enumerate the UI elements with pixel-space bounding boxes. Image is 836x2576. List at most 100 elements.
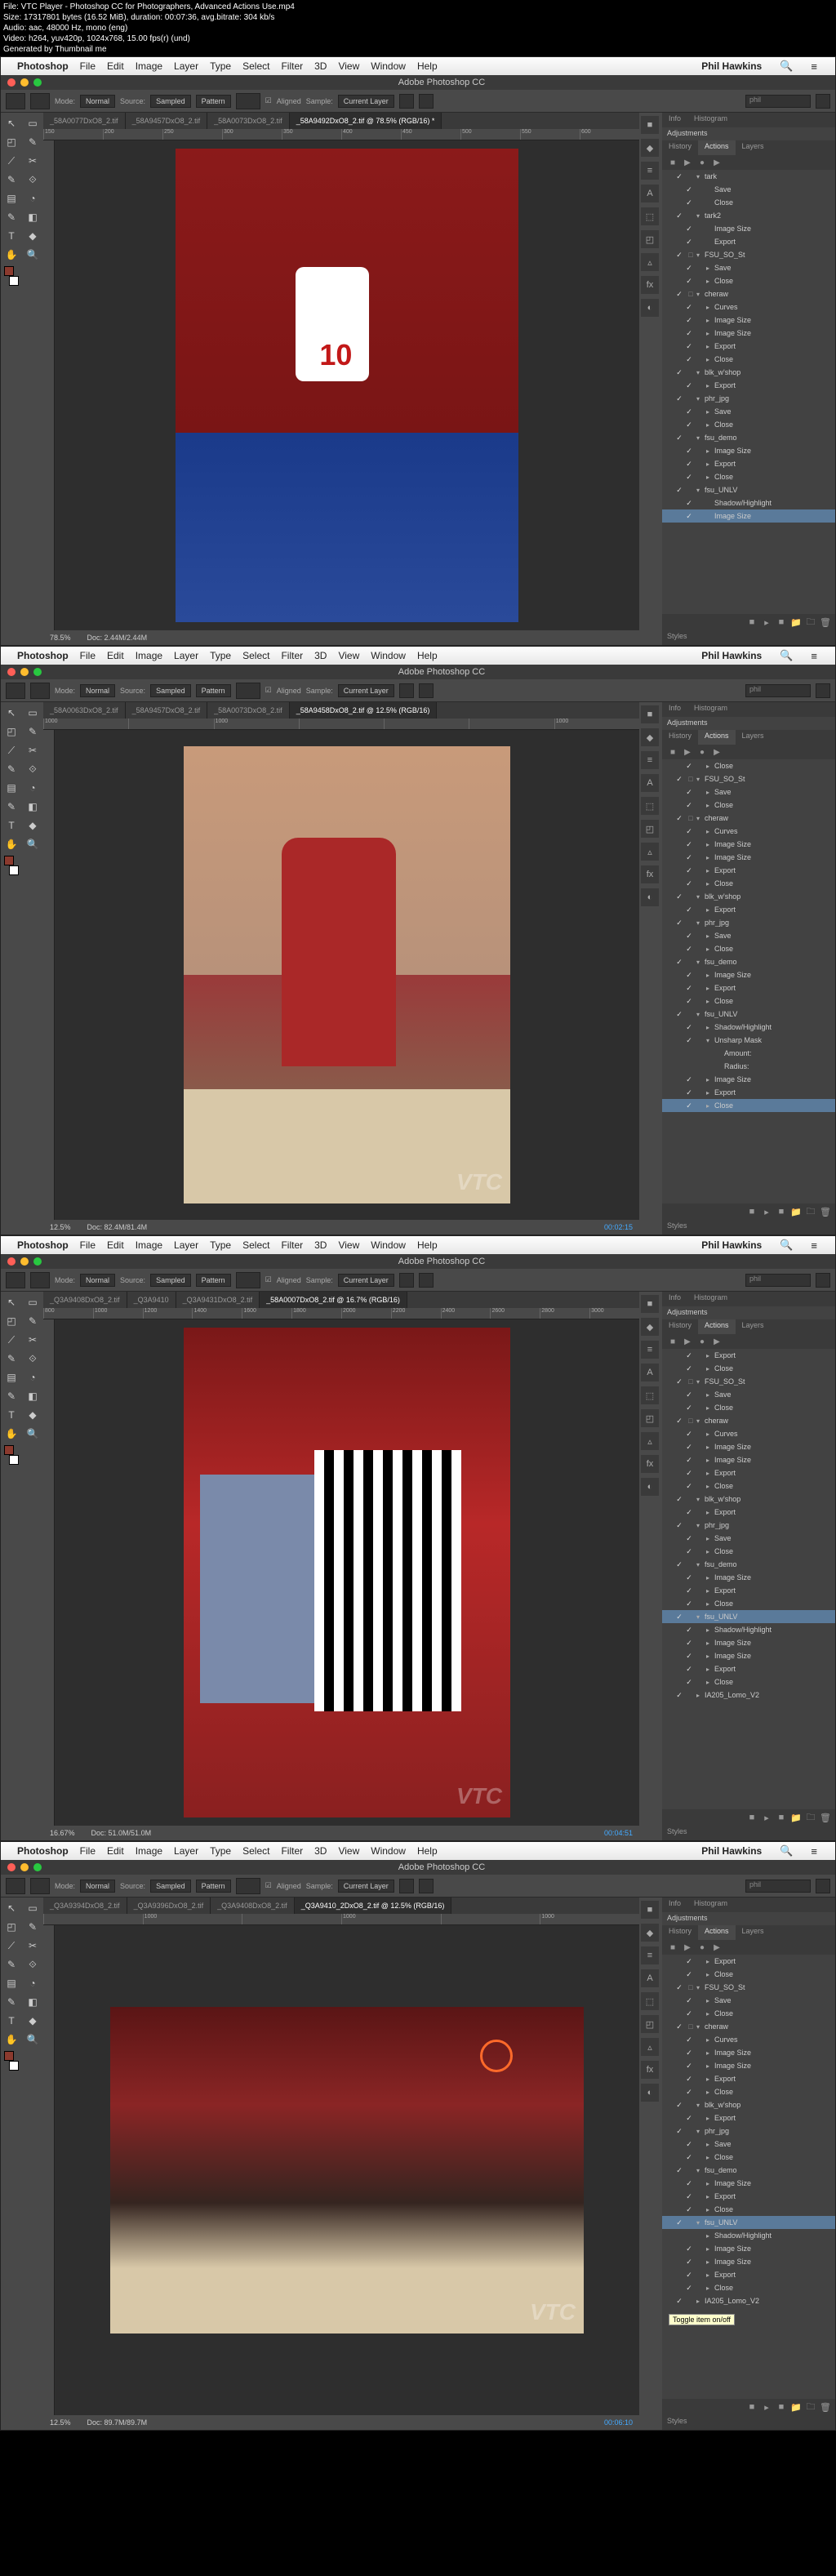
tab-layers[interactable]: Layers — [736, 730, 771, 745]
menu-filter[interactable]: Filter — [281, 60, 303, 72]
action-item[interactable]: ✓▸Save — [662, 2138, 835, 2151]
menu-layer[interactable]: Layer — [174, 60, 198, 72]
tool[interactable]: 🔍 — [24, 835, 42, 853]
panel-icon[interactable]: ■ — [641, 1901, 659, 1919]
document-tab[interactable]: _58A0073DxO8_2.tif — [207, 113, 290, 129]
workspace-icon[interactable] — [816, 683, 830, 698]
adjustments-panel[interactable]: Adjustments — [662, 1912, 835, 1925]
tab-histogram[interactable]: Histogram — [687, 702, 734, 717]
action-item[interactable]: ✓▸Export — [662, 903, 835, 916]
toggle-checkbox[interactable]: ✓ — [683, 853, 695, 862]
action-item[interactable]: ✓▸Image Size — [662, 2177, 835, 2190]
source-pattern[interactable]: Pattern — [196, 95, 231, 108]
toggle-checkbox[interactable]: ✓ — [674, 172, 685, 181]
toggle-checkbox[interactable]: ✓ — [683, 866, 695, 875]
action-item[interactable]: ✓▾blk_w'shop — [662, 890, 835, 903]
action-item[interactable]: ✓▾blk_w'shop — [662, 1493, 835, 1506]
panel-footer-icon[interactable]: ■ — [775, 1205, 788, 1218]
tool-preset[interactable] — [6, 683, 25, 699]
tool[interactable]: ⟋ — [2, 1331, 20, 1349]
toggle-checkbox[interactable]: ✓ — [683, 1101, 695, 1110]
panel-footer-icon[interactable]: ▸ — [760, 1205, 773, 1218]
action-item[interactable]: ✓▸Save — [662, 1994, 835, 2007]
panel-icon[interactable]: fx — [641, 2061, 659, 2079]
dialog-toggle[interactable]: □ — [685, 1983, 696, 1991]
panel-icon[interactable]: ≡ — [641, 751, 659, 769]
toggle-checkbox[interactable]: ✓ — [674, 1010, 685, 1019]
tool[interactable]: ↖ — [2, 1293, 20, 1311]
toggle-checkbox[interactable]: ✓ — [683, 1599, 695, 1608]
toggle-checkbox[interactable]: ✓ — [674, 2297, 685, 2306]
action-item[interactable]: ✓□▾cheraw — [662, 1414, 835, 1427]
source-pattern[interactable]: Pattern — [196, 1880, 231, 1893]
source-sampled[interactable]: Sampled — [150, 684, 191, 697]
tab-histogram[interactable]: Histogram — [687, 1292, 734, 1306]
panel-icon[interactable]: fx — [641, 865, 659, 883]
dialog-toggle[interactable]: □ — [685, 814, 696, 822]
action-control[interactable]: ▶ — [682, 746, 693, 758]
sample-select[interactable]: Current Layer — [338, 1274, 394, 1287]
menu-file[interactable]: File — [80, 60, 96, 72]
toggle-checkbox[interactable]: ✓ — [683, 499, 695, 508]
tool[interactable]: ▭ — [24, 1899, 42, 1917]
toggle-checkbox[interactable]: ✓ — [683, 801, 695, 810]
tool[interactable]: ↖ — [2, 704, 20, 722]
action-item[interactable]: ✓▸IA205_Lomo_V2 — [662, 2294, 835, 2307]
source-pattern[interactable]: Pattern — [196, 1274, 231, 1287]
document-tab[interactable]: _Q3A9396DxO8_2.tif — [127, 1898, 211, 1914]
panel-footer-icon[interactable]: 🗑 — [819, 2400, 832, 2414]
tab-info[interactable]: Info — [662, 113, 687, 127]
toggle-checkbox[interactable]: ✓ — [674, 1691, 685, 1700]
panel-icon[interactable]: fx — [641, 1455, 659, 1473]
toggle-checkbox[interactable]: ✓ — [683, 1469, 695, 1478]
tool[interactable]: ◧ — [24, 208, 42, 226]
toggle-checkbox[interactable]: ✓ — [683, 1508, 695, 1517]
toggle-checkbox[interactable]: ✓ — [674, 1560, 685, 1569]
brush-preset[interactable] — [30, 1878, 50, 1894]
minimize-button[interactable] — [20, 1863, 29, 1871]
action-item[interactable]: ✓▸Close — [662, 2085, 835, 2098]
action-item[interactable]: ✓▸Close — [662, 353, 835, 366]
action-item[interactable]: ✓▸Close — [662, 942, 835, 955]
menu-layer[interactable]: Layer — [174, 650, 198, 661]
zoom-level[interactable]: 16.67% — [50, 1829, 75, 1837]
panel-footer-icon[interactable]: ■ — [745, 1811, 758, 1824]
panel-icon[interactable]: ◐ — [641, 299, 659, 317]
close-button[interactable] — [7, 78, 16, 87]
tool[interactable]: ◔ — [24, 189, 42, 207]
menu-image[interactable]: Image — [136, 60, 162, 72]
document-tab-active[interactable]: _Q3A9410_2DxO8_2.tif @ 12.5% (RGB/16) — [295, 1898, 452, 1914]
tool[interactable]: ⟐ — [24, 1955, 42, 1973]
panel-footer-icon[interactable]: ■ — [775, 2400, 788, 2414]
action-item[interactable]: ✓▾fsu_demo — [662, 955, 835, 968]
toggle-checkbox[interactable]: ✓ — [674, 1521, 685, 1530]
menu-layer[interactable]: Layer — [174, 1845, 198, 1857]
toggle-checkbox[interactable]: ✓ — [674, 1613, 685, 1622]
menu-filter[interactable]: Filter — [281, 650, 303, 661]
menu-window[interactable]: Window — [371, 650, 406, 661]
toggle-checkbox[interactable]: ✓ — [683, 997, 695, 1006]
tab-info[interactable]: Info — [662, 702, 687, 717]
action-control[interactable]: ■ — [667, 157, 678, 168]
tool[interactable]: ▤ — [2, 779, 20, 797]
pattern-swatch[interactable] — [236, 93, 260, 109]
toggle-checkbox[interactable]: ✓ — [683, 2284, 695, 2293]
actions-panel[interactable]: ✓▸Export✓▸Close✓□▾FSU_SO_St✓▸Save✓▸Close… — [662, 1955, 835, 2399]
action-control[interactable]: ■ — [667, 746, 678, 758]
toggle-checkbox[interactable]: ✓ — [683, 2140, 695, 2149]
toggle-checkbox[interactable]: ✓ — [683, 1456, 695, 1465]
action-item[interactable]: ✓□▾FSU_SO_St — [662, 1375, 835, 1388]
toggle-checkbox[interactable]: ✓ — [683, 1088, 695, 1097]
document-tab-active[interactable]: _58A9492DxO8_2.tif @ 78.5% (RGB/16) * — [290, 113, 442, 129]
action-item[interactable]: ✓▸Close — [662, 759, 835, 772]
panel-footer-icon[interactable]: 🗀 — [804, 616, 817, 629]
action-item[interactable]: ✓▸Close — [662, 2151, 835, 2164]
action-control[interactable]: ▶ — [682, 1942, 693, 1953]
tool[interactable]: 🔍 — [24, 1425, 42, 1443]
foreground-background[interactable] — [2, 854, 20, 877]
toggle-checkbox[interactable]: ✓ — [674, 958, 685, 967]
panel-icon[interactable]: A — [641, 1969, 659, 1987]
tool[interactable]: ▤ — [2, 189, 20, 207]
panel-icon[interactable]: ◆ — [641, 728, 659, 746]
action-item[interactable]: ✓▸Image Size — [662, 1571, 835, 1584]
